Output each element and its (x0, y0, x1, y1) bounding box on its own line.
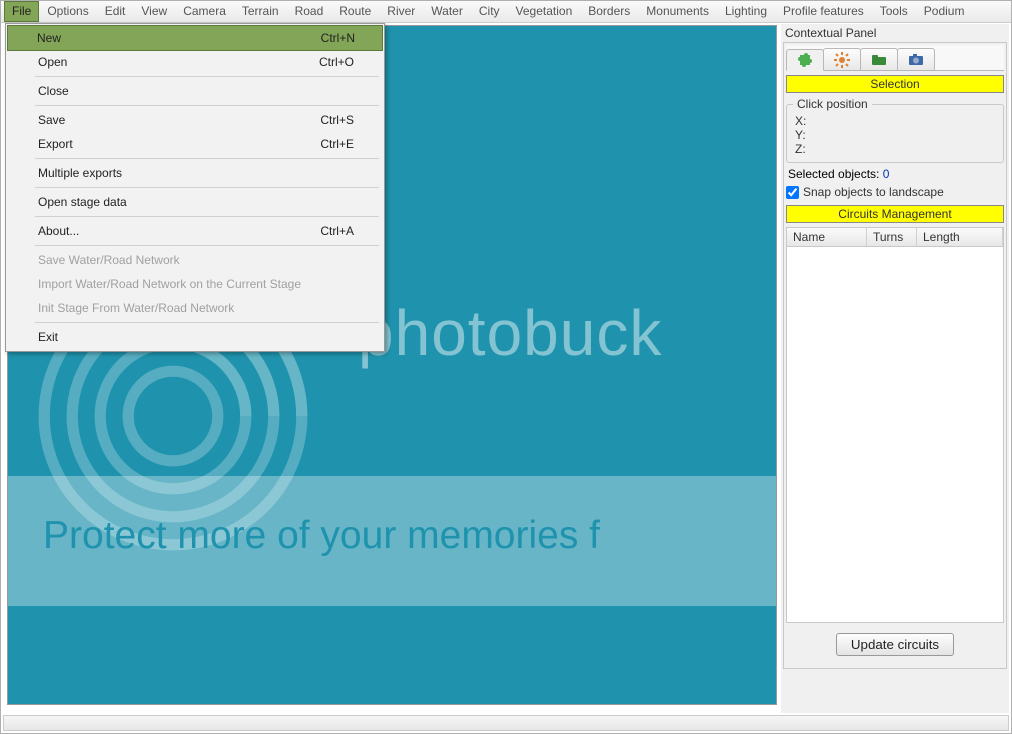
folder-icon (871, 52, 887, 68)
menu-item-label: Save (38, 113, 65, 127)
menu-item-save[interactable]: Save Ctrl+S (8, 108, 382, 132)
menu-item-export[interactable]: Export Ctrl+E (8, 132, 382, 156)
panel-tab-gear[interactable] (823, 48, 861, 70)
menu-separator (35, 187, 379, 188)
coord-y-label: Y: (795, 128, 806, 142)
menu-item-open[interactable]: Open Ctrl+O (8, 50, 382, 74)
menu-item-label: Multiple exports (38, 166, 122, 180)
menu-separator (35, 216, 379, 217)
menu-item-shortcut: Ctrl+S (320, 113, 354, 127)
col-turns[interactable]: Turns (867, 228, 917, 246)
menubar-item-river[interactable]: River (379, 1, 423, 22)
statusbar (3, 715, 1009, 731)
menubar-item-podium[interactable]: Podium (916, 1, 973, 22)
menubar-item-road[interactable]: Road (287, 1, 332, 22)
menubar-item-tools[interactable]: Tools (872, 1, 916, 22)
panel-tab-camera[interactable] (897, 48, 935, 70)
menu-item-save-water-road-network: Save Water/Road Network (8, 248, 382, 272)
col-name[interactable]: Name (787, 228, 867, 246)
file-menu-dropdown: New Ctrl+N Open Ctrl+O Close Save Ctrl+S Export… (5, 23, 385, 352)
coord-x-label: X: (795, 114, 806, 128)
menubar-item-city[interactable]: City (471, 1, 508, 22)
snap-label: Snap objects to landscape (803, 185, 944, 199)
col-length[interactable]: Length (917, 228, 1003, 246)
selected-objects-count: 0 (883, 167, 890, 181)
menu-separator (35, 76, 379, 77)
panel-tabbar (786, 45, 1004, 71)
click-position-group: Click position X: Y: Z: (786, 97, 1004, 163)
menubar-item-vegetation[interactable]: Vegetation (508, 1, 581, 22)
menubar-item-view[interactable]: View (133, 1, 175, 22)
menu-item-about[interactable]: About... Ctrl+A (8, 219, 382, 243)
menu-item-init-stage-from-water-road-network: Init Stage From Water/Road Network (8, 296, 382, 320)
contextual-panel: Contextual Panel Selection Click positio… (781, 24, 1009, 713)
menu-item-exit[interactable]: Exit (8, 325, 382, 349)
gear-icon (834, 52, 850, 68)
watermark-brand-text: photobuck (358, 296, 662, 370)
panel-tab-puzzle[interactable] (786, 49, 824, 71)
menu-separator (35, 322, 379, 323)
menubar-item-camera[interactable]: Camera (175, 1, 234, 22)
menu-item-label: Close (38, 84, 69, 98)
menu-item-label: New (37, 31, 61, 45)
menu-item-close[interactable]: Close (8, 79, 382, 103)
menubar-item-options[interactable]: Options (39, 1, 96, 22)
menu-item-import-water-road-network-on-the-current-stage: Import Water/Road Network on the Current… (8, 272, 382, 296)
watermark-banner-text: Protect more of your memories f (43, 514, 600, 558)
menu-separator (35, 158, 379, 159)
menubar: FileOptionsEditViewCameraTerrainRoadRout… (1, 1, 1011, 23)
circuits-header: Circuits Management (786, 205, 1004, 223)
coord-z-label: Z: (795, 142, 806, 156)
menubar-item-lighting[interactable]: Lighting (717, 1, 775, 22)
snap-checkbox[interactable] (786, 186, 799, 199)
menu-item-label: Open stage data (38, 195, 127, 209)
update-circuits-button[interactable]: Update circuits (836, 633, 954, 656)
circuits-grid-header: Name Turns Length (786, 227, 1004, 247)
circuits-grid-body[interactable] (786, 247, 1004, 623)
menu-item-label: Export (38, 137, 73, 151)
menu-item-shortcut: Ctrl+N (321, 31, 355, 45)
menu-item-label: Init Stage From Water/Road Network (38, 301, 234, 315)
menu-item-open-stage-data[interactable]: Open stage data (8, 190, 382, 214)
menu-item-shortcut: Ctrl+O (319, 55, 354, 69)
menubar-item-edit[interactable]: Edit (97, 1, 134, 22)
menu-item-label: Open (38, 55, 67, 69)
menu-item-shortcut: Ctrl+A (320, 224, 354, 238)
selection-header: Selection (786, 75, 1004, 93)
menubar-item-route[interactable]: Route (331, 1, 379, 22)
menu-item-shortcut: Ctrl+E (320, 137, 354, 151)
menu-item-multiple-exports[interactable]: Multiple exports (8, 161, 382, 185)
camera-icon (908, 52, 924, 68)
panel-tab-folder[interactable] (860, 48, 898, 70)
menu-item-label: Exit (38, 330, 58, 344)
menu-item-label: Save Water/Road Network (38, 253, 180, 267)
menubar-item-borders[interactable]: Borders (580, 1, 638, 22)
menu-separator (35, 245, 379, 246)
contextual-panel-title: Contextual Panel (781, 24, 1009, 42)
menu-item-label: About... (38, 224, 79, 238)
menu-separator (35, 105, 379, 106)
menu-item-new[interactable]: New Ctrl+N (7, 25, 383, 51)
menu-item-label: Import Water/Road Network on the Current… (38, 277, 301, 291)
selected-objects-label: Selected objects: (788, 167, 879, 181)
menubar-item-file[interactable]: File (4, 1, 39, 22)
click-position-title: Click position (793, 97, 872, 111)
menubar-item-water[interactable]: Water (423, 1, 471, 22)
menubar-item-terrain[interactable]: Terrain (234, 1, 287, 22)
menubar-item-monuments[interactable]: Monuments (638, 1, 717, 22)
puzzle-icon (797, 52, 813, 68)
menubar-item-profile-features[interactable]: Profile features (775, 1, 872, 22)
